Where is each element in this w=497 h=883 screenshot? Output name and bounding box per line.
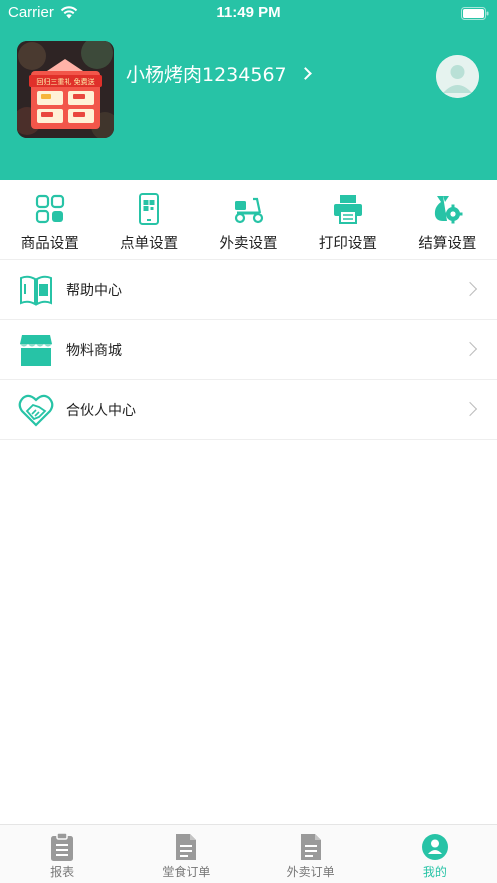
tab-delivery-orders[interactable]: 外卖订单 [249, 825, 373, 883]
chevron-right-icon [298, 67, 312, 80]
tab-mine[interactable]: 我的 [373, 825, 497, 883]
tab-dine-in-orders[interactable]: 堂食订单 [124, 825, 248, 883]
menu-list: 帮助中心 物料商城 合伙人中心 [0, 260, 497, 440]
handshake-icon [18, 394, 54, 427]
grid-apps-icon [35, 194, 64, 224]
document-icon [176, 834, 197, 860]
user-avatar-icon [436, 55, 479, 98]
tab-label: 报表 [50, 865, 75, 879]
shortcut-order-settings[interactable]: 点单设置 [99, 180, 198, 260]
store-name-link[interactable]: 小杨烤肉1234567 [126, 60, 312, 87]
shortcut-print-settings[interactable]: 打印设置 [298, 180, 397, 260]
chevron-right-icon [462, 341, 478, 357]
book-icon [20, 275, 52, 306]
shortcut-grid: 商品设置 点单设置 外卖设置 打印设置 结算设置 [0, 180, 497, 260]
shortcut-label: 打印设置 [318, 236, 377, 252]
user-circle-icon [421, 834, 448, 860]
shortcut-delivery-settings[interactable]: 外卖设置 [199, 180, 298, 260]
shortcut-label: 商品设置 [20, 236, 79, 252]
menu-item-help-center[interactable]: 帮助中心 [0, 260, 497, 320]
store-thumbnail[interactable]: 回归三重礼 免费送 [17, 41, 114, 138]
scooter-icon [234, 197, 263, 224]
thumbnail-banner: 回归三重礼 免费送 [36, 77, 94, 86]
tab-reports[interactable]: 报表 [0, 825, 124, 883]
clock: 11:49 PM [216, 4, 281, 21]
shortcut-label: 结算设置 [418, 236, 477, 252]
shortcut-product-settings[interactable]: 商品设置 [0, 180, 99, 260]
clipboard-icon [51, 832, 74, 861]
chevron-right-icon [462, 401, 478, 417]
avatar[interactable] [436, 55, 479, 98]
shortcut-label: 外卖设置 [219, 236, 278, 252]
shortcut-label: 点单设置 [120, 236, 179, 252]
status-bar: Carrier 11:49 PM [0, 0, 497, 26]
store-name: 小杨烤肉1234567 [126, 64, 287, 86]
menu-item-label: 合伙人中心 [66, 403, 136, 419]
tab-label: 堂食订单 [162, 865, 211, 879]
menu-item-label: 物料商城 [66, 343, 122, 359]
store-icon [20, 335, 52, 366]
settlement-gear-icon [435, 196, 463, 224]
battery-icon [461, 6, 489, 24]
shortcut-settlement-settings[interactable]: 结算设置 [398, 180, 497, 260]
menu-item-materials-store[interactable]: 物料商城 [0, 320, 497, 380]
tab-label: 我的 [422, 865, 447, 879]
qr-phone-icon [139, 193, 160, 225]
document-icon [300, 834, 321, 860]
chevron-right-icon [462, 281, 478, 297]
printer-icon [333, 195, 362, 224]
bottom-tab-bar: 报表 堂食订单 外卖订单 我的 [0, 824, 497, 883]
menu-item-partner-center[interactable]: 合伙人中心 [0, 380, 497, 440]
tab-label: 外卖订单 [286, 865, 335, 879]
menu-item-label: 帮助中心 [66, 283, 122, 299]
